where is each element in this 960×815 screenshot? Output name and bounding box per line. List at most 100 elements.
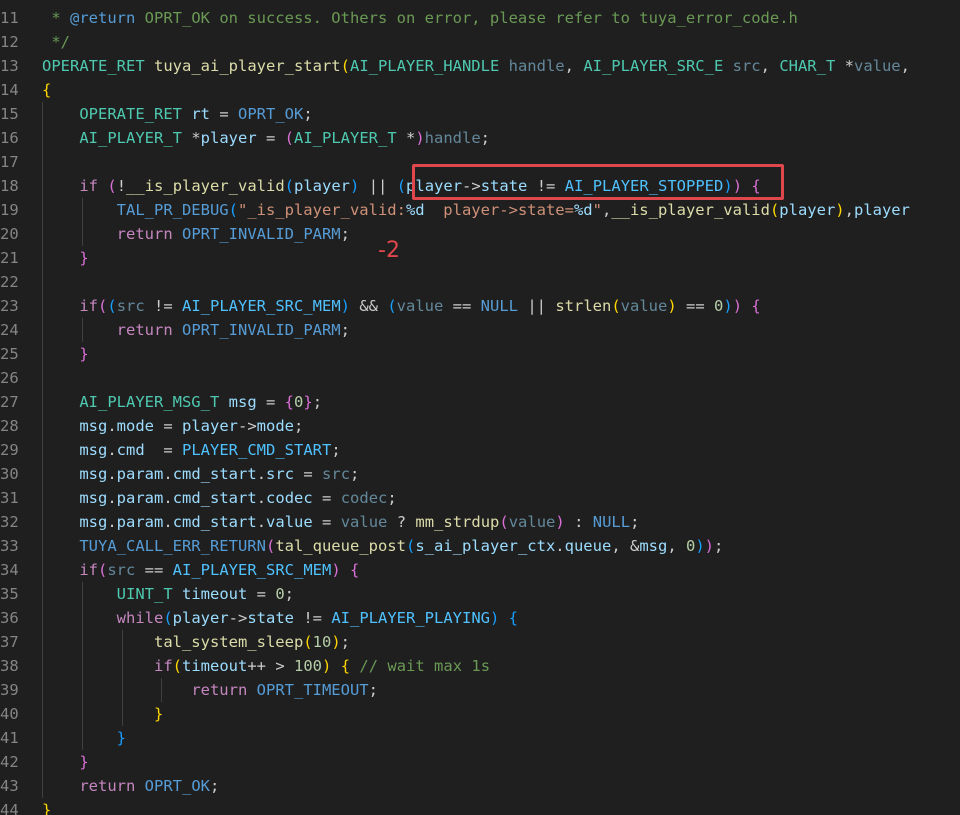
code-line[interactable]: 39 return OPRT_TIMEOUT; [0,678,960,702]
code-token: return [116,225,173,243]
code-token: if [79,297,98,315]
code-token: cmd_start [172,465,257,483]
code-token: = [210,105,238,123]
code-line[interactable]: 41 } [0,726,960,750]
code-token: , [667,537,686,555]
code-line[interactable]: 43 return OPRT_OK; [0,774,960,798]
code-line[interactable]: 11 * @return OPRT_OK on success. Others … [0,6,960,30]
code-line[interactable]: 44} [0,798,960,815]
line-number: 43 [0,777,19,795]
line-number: 36 [0,609,19,627]
code-token: cmd_start [172,513,257,531]
code-line[interactable]: 16 AI_PLAYER_T *player = (AI_PLAYER_T *)… [0,126,960,150]
code-line[interactable]: 18 if (!__is_player_valid(player) || (pl… [0,174,960,198]
code-token: ( [172,657,182,675]
code-line[interactable]: 33 TUYA_CALL_ERR_RETURN(tal_queue_post(s… [0,534,960,558]
code-token: value [396,297,444,315]
code-token: codec [340,489,388,507]
line-number: 28 [0,417,19,435]
code-line[interactable]: 26 [0,366,960,390]
code-token: value [508,513,556,531]
code-line[interactable]: 37 tal_system_sleep(10); [0,630,960,654]
code-line[interactable]: 40 } [0,702,960,726]
code-line[interactable]: 28 msg.mode = player->mode; [0,414,960,438]
line-number: 34 [0,561,19,579]
line-code: } [42,750,88,774]
code-token: value [853,57,901,75]
code-token: * [396,129,416,147]
line-code: msg.cmd = PLAYER_CMD_START; [42,438,340,462]
code-token: 100 [294,657,322,675]
code-line[interactable]: 24 return OPRT_INVALID_PARM; [0,318,960,342]
code-token: { [284,393,294,411]
code-token: TAL_PR_DEBUG [116,201,229,219]
code-token: ) [350,177,360,195]
code-token: return [116,321,173,339]
code-token: ( [387,297,397,315]
line-code: UINT_T timeout = 0; [42,582,294,606]
code-token: player->state= [424,201,574,219]
code-token: , & [611,537,640,555]
code-line[interactable]: 42 } [0,750,960,774]
code-token: 0 [685,537,696,555]
code-line[interactable]: 13 OPERATE_RET tuya_ai_player_start(AI_PL… [0,54,960,78]
code-line[interactable]: 21 } [0,246,960,270]
code-line[interactable]: 17 [0,150,960,174]
code-line[interactable]: 30 msg.param.cmd_start.src = src; [0,462,960,486]
line-code: TAL_PR_DEBUG("_is_player_valid:%d player… [42,198,910,222]
code-line[interactable]: 38 if(timeout++ > 100) { // wait max 1s [0,654,960,678]
line-code: msg.param.cmd_start.value = value ? mm_s… [42,510,639,534]
code-token: || [359,177,397,195]
code-line[interactable]: 32 msg.param.cmd_start.value = value ? m… [0,510,960,534]
code-token: = [154,417,182,435]
code-token: while [116,609,164,627]
code-line[interactable]: 14 { [0,78,960,102]
code-token: && [350,297,388,315]
code-token: ; [340,225,350,243]
code-token: ; [340,633,350,651]
line-number: 25 [0,345,19,363]
code-token: . [107,513,117,531]
code-token: ; [312,393,323,411]
line-number: 23 [0,297,19,315]
line-number: 22 [0,273,19,291]
line-code: } [42,342,88,366]
code-token: tal_queue_post [275,537,406,555]
code-token: OPRT_TIMEOUT [256,681,369,699]
line-code: while(player->state != AI_PLAYER_PLAYING… [42,606,518,630]
code-line[interactable]: 19 TAL_PR_DEBUG("_is_player_valid:%d pla… [0,198,960,222]
code-line[interactable]: 20 return OPRT_INVALID_PARM; [0,222,960,246]
code-token: OPRT_OK [144,777,210,795]
code-token: ) [732,177,743,195]
code-line[interactable]: 22 [0,270,960,294]
code-token: . [163,465,173,483]
line-number: 40 [0,705,19,723]
code-token: ) [695,537,705,555]
code-line[interactable]: 31 msg.param.cmd_start.codec = codec; [0,486,960,510]
code-line[interactable]: 12 */ [0,30,960,54]
code-line[interactable]: 15 OPERATE_RET rt = OPRT_OK; [0,102,960,126]
code-line[interactable]: 34 if(src == AI_PLAYER_SRC_MEM) { [0,558,960,582]
line-code: msg.param.cmd_start.codec = codec; [42,486,396,510]
code-editor[interactable]: 11 * @return OPRT_OK on success. Others … [0,0,960,815]
code-line[interactable]: 23 if((src != AI_PLAYER_SRC_MEM) && (val… [0,294,960,318]
code-line[interactable]: 35 UINT_T timeout = 0; [0,582,960,606]
line-number: 35 [0,585,19,603]
line-code: } [42,726,126,750]
code-line[interactable]: 29 msg.cmd = PLAYER_CMD_START; [0,438,960,462]
code-token: strlen [555,297,612,315]
line-number: 39 [0,681,19,699]
code-line[interactable]: 27 AI_PLAYER_MSG_T msg = {0}; [0,390,960,414]
code-token: "_is_player_valid: [237,201,406,219]
code-line[interactable]: 25 } [0,342,960,366]
code-line[interactable]: 36 while(player->state != AI_PLAYER_PLAY… [0,606,960,630]
code-token: AI_PLAYER_HANDLE [349,57,500,75]
code-token: ( [98,297,108,315]
code-token: ; [714,537,724,555]
